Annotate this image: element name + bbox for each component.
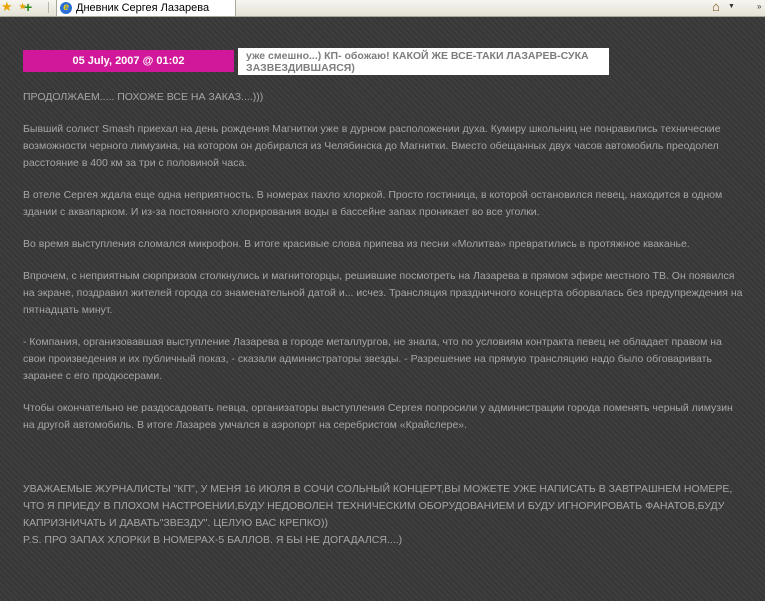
blog-page: 05 July, 2007 @ 01:02 уже смешно...) КП-… [0,17,765,601]
post-footer: УВАЖАЕМЫЕ ЖУРНАЛИСТЫ "КП", У МЕНЯ 16 ИЮЛ… [23,481,743,549]
post-title: уже смешно...) КП- обожаю! КАКОЙ ЖЕ ВСЕ-… [238,48,609,75]
post-paragraph: Чтобы окончательно не раздосадовать певц… [23,402,733,431]
post-paragraph: Впрочем, с неприятным сюрпризом столкнул… [23,270,743,316]
browser-tab[interactable]: e Дневник Сергея Лазарева [56,0,236,16]
browser-toolbar: ★ + e Дневник Сергея Лазарева ⌂ ▼ » [0,0,765,17]
post-footer-line: P.S. ПРО ЗАПАХ ХЛОРКИ В НОМЕРАХ-5 БАЛЛОВ… [23,534,403,546]
post-paragraph: Бывший солист Smash приехал на день рожд… [23,123,721,169]
post-date: 05 July, 2007 @ 01:02 [23,50,234,72]
favorites-star-icon[interactable]: ★ [1,0,13,14]
post-paragraph: В отеле Сергея ждала еще одна неприятнос… [23,189,723,218]
tab-title: Дневник Сергея Лазарева [76,2,210,14]
post-body: ПРОДОЛЖАЕМ..... ПОХОЖЕ ВСЕ НА ЗАКАЗ....)… [23,89,743,549]
post-paragraph: Во время выступления сломался микрофон. … [23,238,690,250]
home-icon[interactable]: ⌂ [712,0,720,14]
post-footer-line: УВАЖАЕМЫЕ ЖУРНАЛИСТЫ "КП", У МЕНЯ 16 ИЮЛ… [23,483,733,529]
post-paragraph: - Компания, организовавшая выступление Л… [23,336,722,382]
add-favorites-icon[interactable]: + [19,0,32,15]
post-paragraph: ПРОДОЛЖАЕМ..... ПОХОЖЕ ВСЕ НА ЗАКАЗ....)… [23,91,264,103]
toolbar-separator [48,2,49,13]
chevron-right-icon[interactable]: » [757,2,761,11]
chevron-down-icon[interactable]: ▼ [728,3,735,10]
ie-page-icon: e [60,2,72,14]
